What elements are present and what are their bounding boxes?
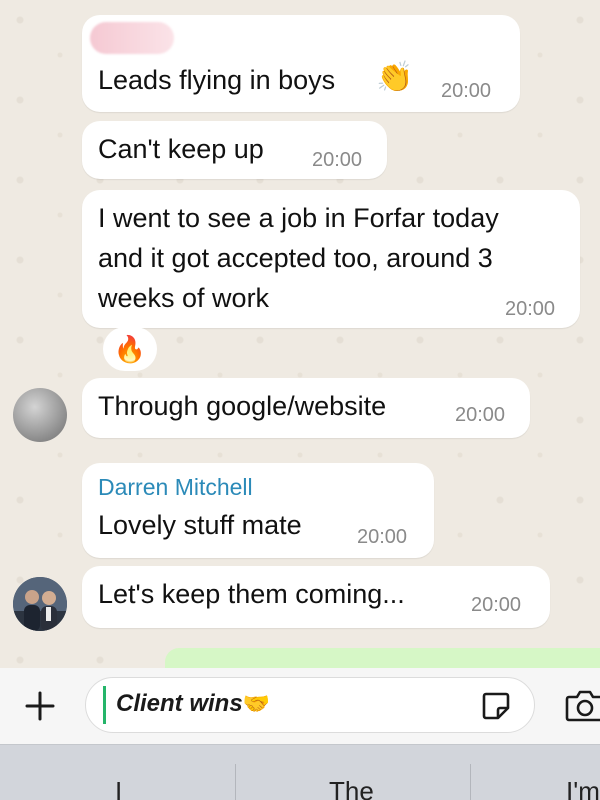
camera-button[interactable]: [565, 688, 600, 722]
message-text: Leads flying in boys: [98, 65, 336, 95]
attach-button[interactable]: [20, 686, 60, 726]
suggestion-2[interactable]: The: [329, 776, 374, 800]
avatar[interactable]: [13, 388, 67, 442]
sender-name[interactable]: Darren Mitchell: [98, 474, 253, 501]
message-reaction[interactable]: 🔥: [103, 327, 157, 371]
message-text: Through google/website: [98, 391, 387, 421]
message-timestamp: 20:00: [357, 526, 408, 548]
message-timestamp: 20:00: [455, 404, 506, 426]
suggestion-1[interactable]: I: [115, 776, 122, 800]
sticker-button[interactable]: [480, 690, 512, 722]
message-text-line: weeks of work: [98, 283, 270, 313]
suggestion-divider: [235, 764, 236, 800]
message-text: Let's keep them coming...: [98, 579, 405, 609]
clap-emoji-icon: 👏: [376, 61, 414, 94]
message-text: Lovely stuff mate: [98, 510, 302, 540]
avatar[interactable]: [13, 577, 67, 631]
message-timestamp: 20:00: [471, 594, 522, 616]
text-cursor: [103, 686, 106, 724]
message-input-text: Client wins🤝: [116, 690, 271, 717]
message-text-line: and it got accepted too, around 3: [98, 243, 493, 273]
outgoing-message-edge: [165, 648, 600, 670]
plus-icon: [25, 691, 55, 721]
keyboard-suggestion-bar: [0, 744, 600, 800]
avatar-photo-icon: [13, 577, 67, 631]
message-timestamp: 20:00: [505, 298, 556, 320]
suggestion-3[interactable]: I'm: [566, 776, 600, 800]
message-timestamp: 20:00: [312, 149, 363, 171]
fire-emoji-icon: 🔥: [113, 333, 147, 364]
message-text: Can't keep up: [98, 134, 264, 164]
suggestion-divider: [470, 764, 471, 800]
handshake-emoji-icon: 🤝: [242, 691, 271, 716]
camera-icon: [565, 690, 600, 722]
message-timestamp: 20:00: [441, 80, 492, 102]
sticker-icon: [482, 692, 510, 720]
redacted-sender-name: [90, 22, 174, 54]
message-text-line: I went to see a job in Forfar today: [98, 203, 499, 233]
